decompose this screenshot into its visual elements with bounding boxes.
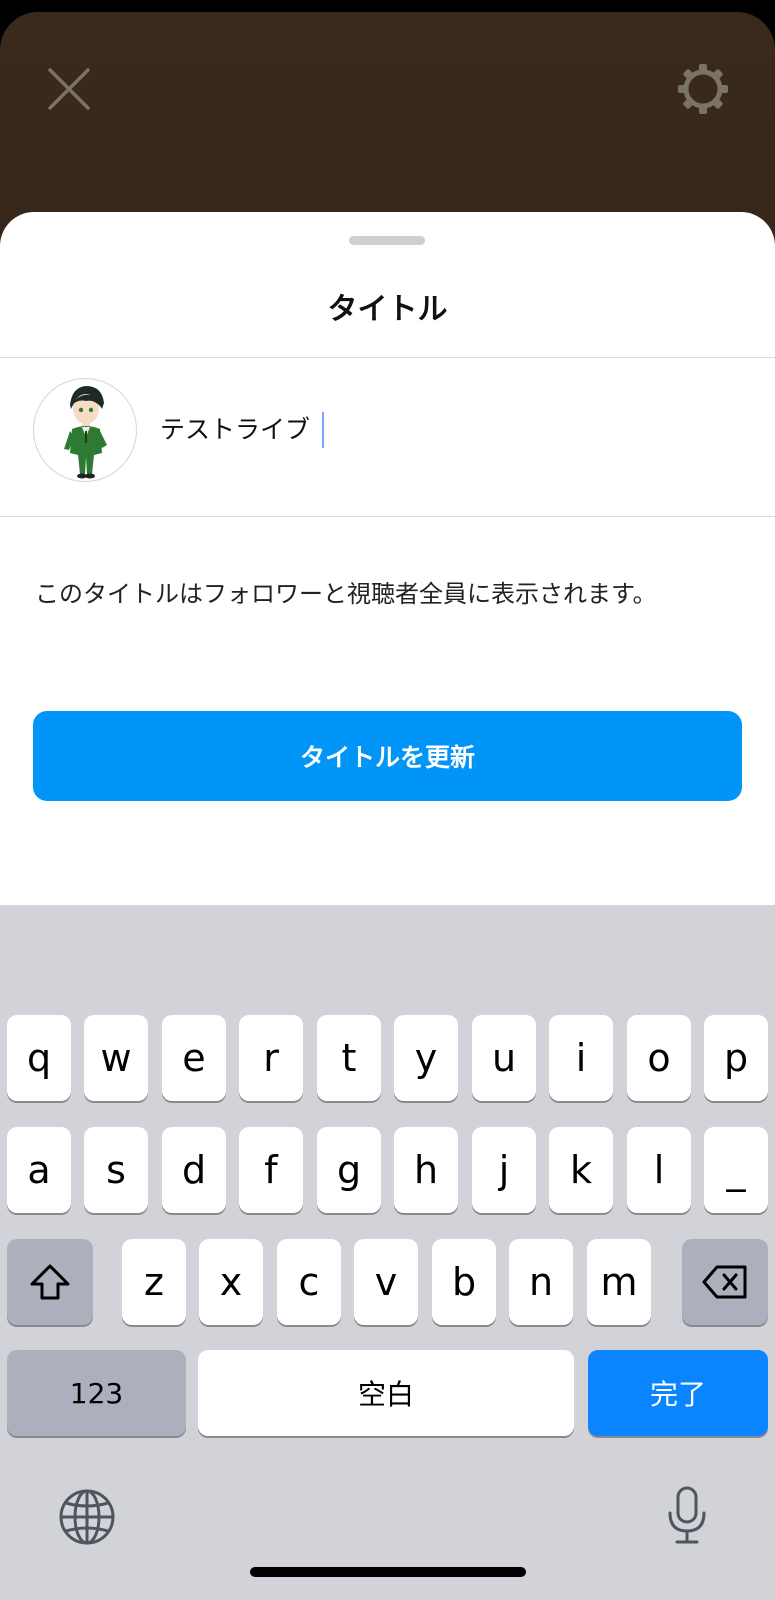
- key-label: s: [106, 1148, 126, 1192]
- shift-icon: [30, 1264, 70, 1300]
- key-label: 123: [69, 1376, 124, 1410]
- key-label: g: [336, 1148, 362, 1192]
- key-label: m: [600, 1260, 638, 1304]
- key-label: h: [413, 1148, 439, 1192]
- key-g[interactable]: g: [317, 1127, 381, 1213]
- done-key[interactable]: 完了: [588, 1350, 768, 1436]
- key-label: d: [181, 1148, 207, 1192]
- globe-icon: [59, 1489, 115, 1545]
- key-label: n: [528, 1260, 554, 1304]
- shift-key[interactable]: [7, 1239, 93, 1325]
- key-label: _: [726, 1148, 746, 1192]
- key-z[interactable]: z: [122, 1239, 186, 1325]
- title-description: このタイトルはフォロワーと視聴者全員に表示されます。: [35, 580, 657, 608]
- key-w[interactable]: w: [84, 1015, 148, 1101]
- key-e[interactable]: e: [162, 1015, 226, 1101]
- key-k[interactable]: k: [549, 1127, 613, 1213]
- key-label: f: [264, 1148, 278, 1192]
- delete-key[interactable]: [682, 1239, 768, 1325]
- key-label: u: [491, 1036, 517, 1080]
- key-p[interactable]: p: [704, 1015, 768, 1101]
- key-v[interactable]: v: [354, 1239, 418, 1325]
- key-l[interactable]: l: [627, 1127, 691, 1213]
- key-s[interactable]: s: [84, 1127, 148, 1213]
- close-button[interactable]: [46, 66, 92, 112]
- update-title-button[interactable]: タイトルを更新: [33, 711, 742, 801]
- globe-button[interactable]: [57, 1487, 117, 1551]
- key-n[interactable]: n: [509, 1239, 573, 1325]
- key-label: w: [100, 1036, 132, 1080]
- key-label: x: [219, 1260, 243, 1304]
- key-m[interactable]: m: [587, 1239, 651, 1325]
- key-f[interactable]: f: [239, 1127, 303, 1213]
- settings-button[interactable]: [674, 60, 732, 118]
- key-underscore[interactable]: _: [704, 1127, 768, 1213]
- sheet-grabber[interactable]: [349, 236, 425, 245]
- key-label: l: [653, 1148, 665, 1192]
- home-indicator[interactable]: [250, 1567, 526, 1577]
- key-label: z: [144, 1260, 164, 1304]
- keyboard: q w e r t y u i o p a s d f g h j k l _ …: [0, 905, 775, 1600]
- key-label: y: [414, 1036, 438, 1080]
- microphone-icon: [668, 1486, 706, 1544]
- key-label: 空白: [357, 1378, 414, 1411]
- divider: [0, 357, 775, 358]
- key-label: t: [341, 1036, 357, 1080]
- key-y[interactable]: y: [394, 1015, 458, 1101]
- delete-icon: [702, 1265, 747, 1299]
- key-o[interactable]: o: [627, 1015, 691, 1101]
- key-label: p: [723, 1036, 749, 1080]
- key-x[interactable]: x: [199, 1239, 263, 1325]
- key-label: j: [498, 1148, 510, 1192]
- divider: [0, 516, 775, 517]
- avatar: [33, 378, 137, 482]
- key-c[interactable]: c: [277, 1239, 341, 1325]
- gear-icon: [678, 64, 728, 114]
- space-key[interactable]: 空白: [198, 1350, 574, 1436]
- key-a[interactable]: a: [7, 1127, 71, 1213]
- key-q[interactable]: q: [7, 1015, 71, 1101]
- key-label: o: [647, 1036, 671, 1080]
- key-label: i: [575, 1036, 587, 1080]
- key-label: r: [263, 1036, 279, 1080]
- numbers-key[interactable]: 123: [7, 1350, 186, 1436]
- key-label: 完了: [649, 1378, 706, 1411]
- key-i[interactable]: i: [549, 1015, 613, 1101]
- key-r[interactable]: r: [239, 1015, 303, 1101]
- key-label: c: [298, 1260, 320, 1304]
- key-label: q: [26, 1036, 52, 1080]
- key-label: v: [374, 1260, 398, 1304]
- key-d[interactable]: d: [162, 1127, 226, 1213]
- key-u[interactable]: u: [472, 1015, 536, 1101]
- text-caret: [322, 412, 324, 448]
- sheet-title: タイトル: [327, 292, 448, 327]
- avatar-illustration: [64, 386, 107, 479]
- key-h[interactable]: h: [394, 1127, 458, 1213]
- key-b[interactable]: b: [432, 1239, 496, 1325]
- microphone-button[interactable]: [664, 1485, 710, 1551]
- key-t[interactable]: t: [317, 1015, 381, 1101]
- key-label: e: [182, 1036, 206, 1080]
- key-label: a: [27, 1148, 51, 1192]
- key-label: k: [569, 1148, 592, 1192]
- key-label: b: [451, 1260, 477, 1304]
- close-icon: [48, 68, 90, 110]
- key-j[interactable]: j: [472, 1127, 536, 1213]
- title-input[interactable]: [160, 408, 740, 448]
